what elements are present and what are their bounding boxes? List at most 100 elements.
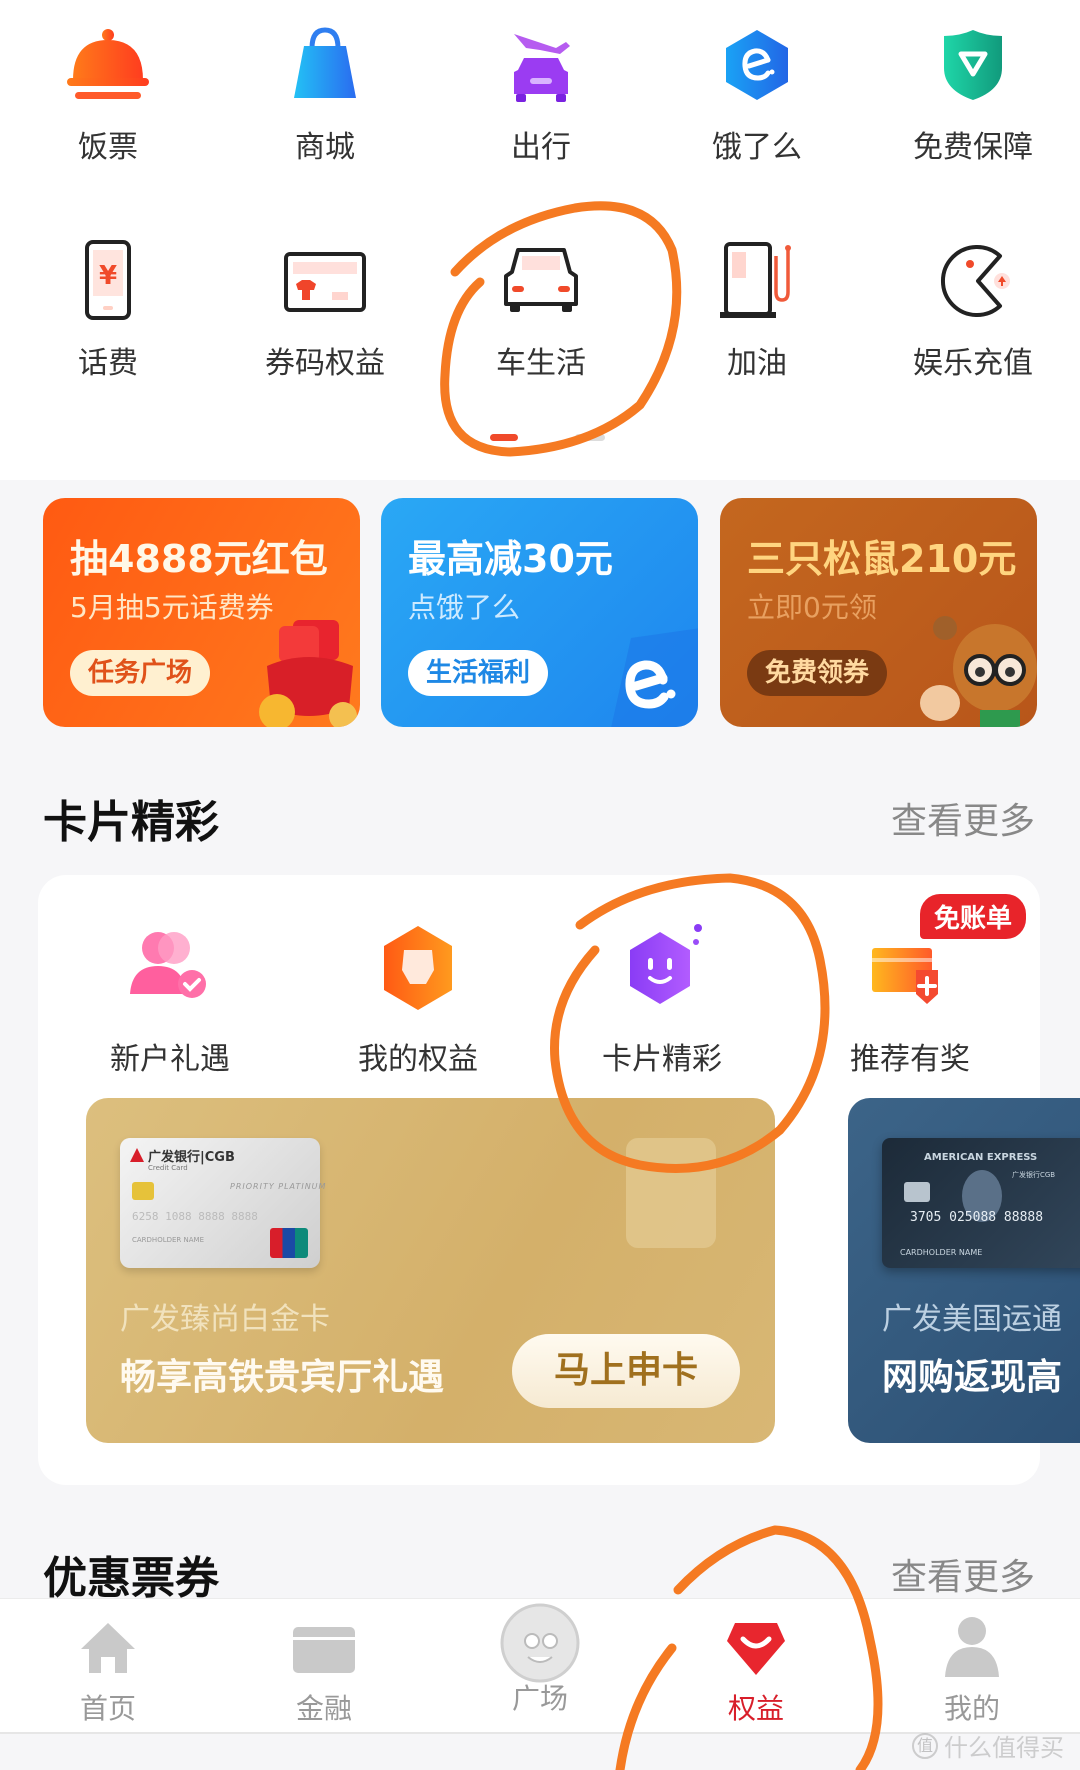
entry-card-highlights[interactable]: 卡片精彩 (552, 920, 772, 1078)
grid-label: 券码权益 (265, 346, 385, 381)
grid-label: 加油 (727, 346, 787, 381)
banner-three-squirrels[interactable]: 三只松鼠210元 立即0元领 免费领券 (720, 498, 1037, 727)
promo-card-cgb-platinum[interactable]: 广发银行|CGB Credit Card PRIORITY PLATINUM 6… (86, 1098, 775, 1443)
tab-finance[interactable]: 金融 (244, 1611, 404, 1727)
pacman-icon (941, 245, 1010, 317)
entry-new-user-gift[interactable]: 新户礼遇 (60, 920, 280, 1078)
chip-watermark-icon (626, 1138, 716, 1248)
card-number: 6258 1088 8888 8888 (132, 1210, 258, 1223)
banner-subtitle: 5月抽5元话费券 (70, 591, 274, 624)
entry-label: 新户礼遇 (110, 1042, 230, 1077)
shopping-bag-icon (294, 27, 356, 98)
grid-label: 饭票 (78, 130, 138, 165)
promo-card-cgb-amex[interactable]: AMERICAN EXPRESS 广发银行CGB 3705 025088 888… (848, 1098, 1080, 1443)
coupon-card-icon (284, 252, 366, 312)
banner-eleme[interactable]: 最高减30元 点饿了么 生活福利 (381, 498, 698, 727)
card-brand: AMERICAN EXPRESS (924, 1152, 1038, 1163)
tab-home[interactable]: 首页 (28, 1611, 188, 1727)
tab-label: 金融 (295, 1692, 352, 1725)
fuel-pump-icon (720, 242, 791, 318)
grid-label: 出行 (511, 130, 571, 165)
tab-benefits[interactable]: 权益 (676, 1611, 836, 1727)
apply-card-button[interactable]: 马上申卡 (512, 1334, 740, 1408)
section-title-coupons: 优惠票券 (43, 1553, 219, 1604)
card-holder: CARDHOLDER NAME (900, 1248, 983, 1257)
banner-title: 抽4888元红包 (70, 537, 328, 581)
banner-red-packet[interactable]: 抽4888元红包 5月抽5元话费券 任务广场 (43, 498, 360, 727)
banner-title: 三只松鼠210元 (747, 537, 1017, 581)
card-bank: 广发银行CGB (1012, 1171, 1056, 1179)
tab-plaza[interactable]: 广场 (460, 1603, 620, 1717)
card-holder: CARDHOLDER NAME (132, 1236, 204, 1244)
see-more-link[interactable]: 查看更多 (891, 792, 1035, 844)
bottom-tab-bar: 首页 金融 广场 权益 我的 (0, 1598, 1080, 1734)
entry-label: 我的权益 (358, 1042, 478, 1077)
card-name: 广发美国运通 (882, 1302, 1062, 1337)
red-envelope-pot-icon (259, 620, 357, 727)
grid-item-meal-ticket[interactable]: 饭票 (8, 20, 208, 166)
svg-text:¥: ¥ (99, 261, 117, 291)
grid-item-entertainment-topup[interactable]: 娱乐充值 (873, 236, 1073, 382)
grid-item-free-protection[interactable]: 免费保障 (873, 20, 1073, 166)
person-icon (945, 1617, 999, 1677)
section-title-card-highlights: 卡片精彩 (43, 797, 219, 848)
banner-subtitle: 点饿了么 (408, 591, 521, 624)
grid-item-travel[interactable]: 出行 (441, 20, 641, 166)
grid-label: 商城 (295, 130, 355, 165)
card-slogan: 畅享高铁贵宾厅礼遇 (120, 1357, 445, 1398)
grid-label: 娱乐充值 (913, 346, 1033, 381)
tab-mine[interactable]: 我的 (892, 1611, 1052, 1727)
card-image-amex: AMERICAN EXPRESS 广发银行CGB 3705 025088 888… (882, 1138, 1080, 1268)
grid-label: 免费保障 (913, 130, 1033, 165)
car-icon (504, 248, 578, 312)
grid-label: 车生活 (496, 346, 586, 381)
entry-my-benefits[interactable]: 我的权益 (308, 920, 528, 1078)
card-image-cgb: 广发银行|CGB Credit Card PRIORITY PLATINUM 6… (120, 1138, 325, 1268)
tab-label: 广场 (511, 1682, 568, 1715)
phone-yuan-icon: ¥ (85, 240, 131, 320)
card-type: Credit Card (148, 1164, 188, 1172)
entry-label: 卡片精彩 (602, 1042, 722, 1077)
grid-item-eleme[interactable]: 饿了么 (657, 20, 857, 166)
tab-label: 我的 (943, 1692, 1000, 1725)
plane-car-icon (514, 34, 570, 102)
banner-button[interactable]: 免费领券 (747, 650, 888, 696)
banner-button[interactable]: 生活福利 (408, 650, 549, 696)
unionpay-logo-icon (270, 1228, 308, 1258)
dish-cover-icon (67, 29, 149, 99)
tab-label: 首页 (79, 1692, 136, 1725)
eleme-logo-icon (611, 628, 698, 727)
shield-icon (944, 30, 1002, 100)
entry-referral-reward[interactable]: 推荐有奖 免账单 (800, 894, 1027, 1078)
card-number: 3705 025088 88888 (910, 1210, 1044, 1225)
pager-dot-active[interactable] (490, 434, 518, 441)
card-tier: PRIORITY PLATINUM (230, 1182, 327, 1191)
banner-button[interactable]: 任务广场 (70, 650, 211, 696)
pager-dot[interactable] (575, 434, 605, 441)
watermark-text: 什么值得买 (944, 1734, 1064, 1762)
grid-label: 饿了么 (712, 130, 802, 165)
smiley-hexagon-icon (630, 924, 702, 1004)
chip-icon (132, 1182, 154, 1200)
my-benefits-icon (384, 926, 452, 1010)
card-slogan: 网购返现高 (882, 1357, 1063, 1398)
grid-item-coupon-benefits[interactable]: 券码权益 (225, 236, 425, 382)
eleme-icon (726, 30, 788, 100)
cgb-logo-icon (130, 1148, 144, 1162)
watermark-logo-icon: 值 (912, 1732, 938, 1759)
banner-subtitle: 立即0元领 (747, 591, 877, 624)
grid-item-refuel[interactable]: 加油 (657, 236, 857, 382)
card-bank: 广发银行|CGB (148, 1150, 235, 1165)
free-bill-badge: 免账单 (920, 894, 1027, 939)
card-name: 广发臻尚白金卡 (120, 1302, 330, 1337)
grid-item-car-life[interactable]: 车生活 (441, 236, 641, 382)
card-icon (293, 1627, 355, 1673)
home-icon (81, 1623, 135, 1673)
see-more-link[interactable]: 查看更多 (891, 1548, 1035, 1600)
grid-item-mall[interactable]: 商城 (225, 20, 425, 166)
chip-icon (904, 1182, 930, 1202)
watermark: 值 什么值得买 (912, 1728, 1064, 1763)
grid-label: 话费 (78, 346, 138, 381)
grid-item-phone-bill[interactable]: ¥ 话费 (8, 236, 208, 382)
new-user-icon (130, 932, 206, 998)
